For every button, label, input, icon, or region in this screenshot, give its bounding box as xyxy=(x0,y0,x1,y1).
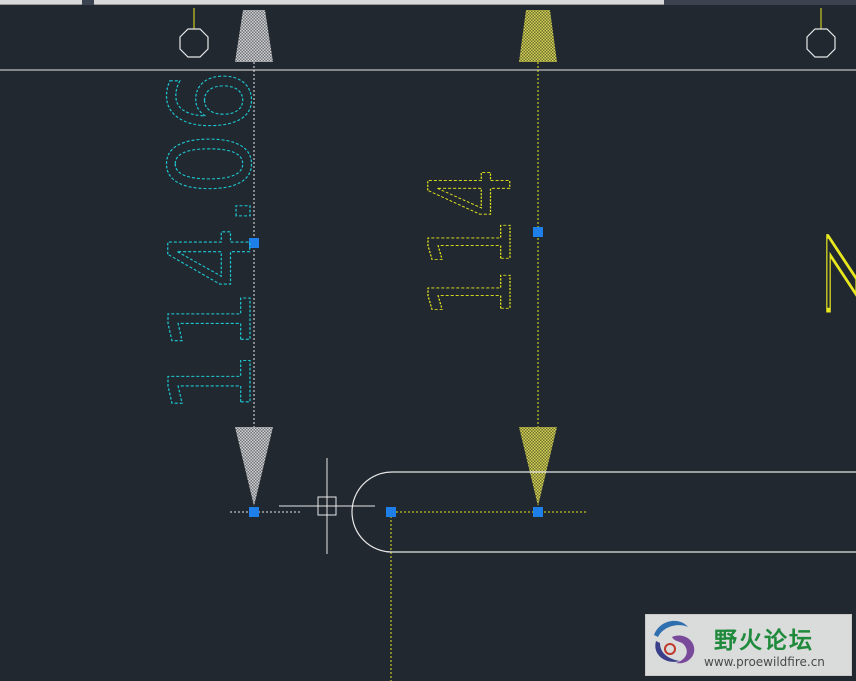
watermark-url: www.proewildfire.cn xyxy=(704,655,825,669)
dimension-arrow-bottom xyxy=(519,427,557,506)
slot-outline xyxy=(351,471,856,553)
grip-square-icon[interactable] xyxy=(386,507,396,517)
dimension-arrow-top xyxy=(235,10,273,62)
cad-drawing[interactable]: 114.06 114 7 xyxy=(0,0,856,681)
dimension-arrow-bottom xyxy=(235,427,273,506)
forum-logo-icon xyxy=(654,620,695,664)
middle-dimension-text[interactable]: 114 xyxy=(406,167,537,318)
right-partial-dimension-text[interactable]: 7 xyxy=(819,222,856,323)
dimension-arrow-top xyxy=(519,10,557,62)
watermark-title: 野火论坛 xyxy=(714,628,814,654)
grip-square-icon[interactable] xyxy=(533,507,543,517)
hole-marker-left[interactable] xyxy=(179,8,209,58)
hole-marker-right[interactable] xyxy=(806,8,836,58)
crosshair-cursor-icon xyxy=(279,458,375,554)
grip-square-icon[interactable] xyxy=(249,507,259,517)
left-dimension-text[interactable]: 114.06 xyxy=(146,69,277,414)
drawing-canvas[interactable]: 114.06 114 7 野火论坛 www.proewildfire.cn xyxy=(0,0,856,681)
forum-watermark: 野火论坛 www.proewildfire.cn xyxy=(645,614,852,676)
middle-dimension[interactable] xyxy=(390,10,588,681)
